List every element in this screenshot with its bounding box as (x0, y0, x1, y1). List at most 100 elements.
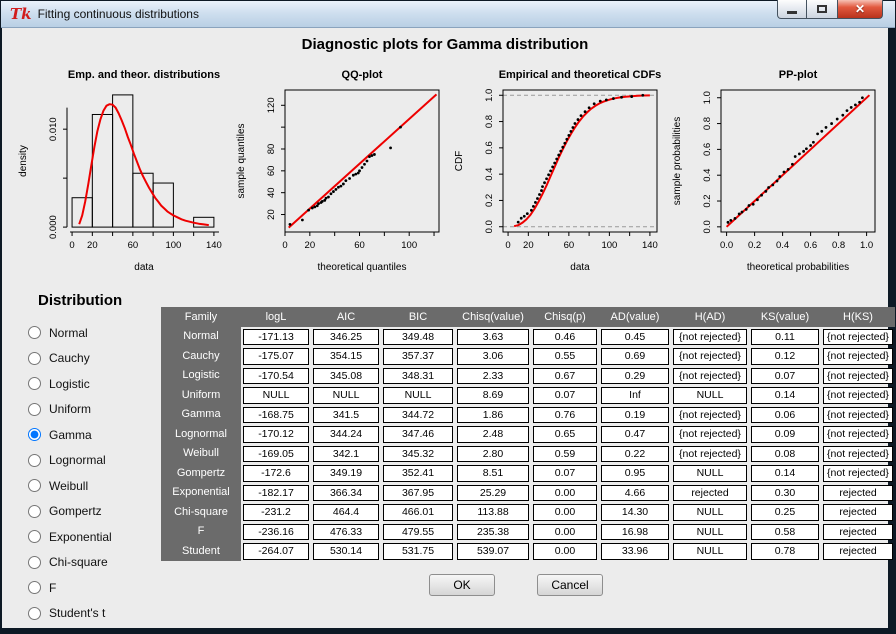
x-tick-label: 1.0 (860, 240, 873, 251)
radio-input[interactable] (28, 454, 41, 467)
column-header: logL (241, 307, 311, 327)
radio-input[interactable] (28, 403, 41, 416)
value-cell: -231.2 (241, 503, 311, 523)
radio-input[interactable] (28, 607, 41, 620)
value-cell: 0.46 (531, 327, 599, 347)
value-cell: {not rejected} (671, 405, 749, 425)
value-cell: 0.09 (749, 425, 821, 445)
radio-label: Exponential (49, 530, 112, 544)
x-tick-label: 0.0 (720, 240, 733, 251)
radio-input[interactable] (28, 505, 41, 518)
value-cell: {not rejected} (821, 405, 895, 425)
family-cell: Normal (161, 327, 241, 347)
radio-input[interactable] (28, 377, 41, 390)
distribution-option-logistic[interactable]: Logistic (28, 371, 112, 397)
close-button[interactable]: ✕ (837, 0, 883, 19)
minimize-button[interactable] (777, 0, 807, 19)
page-title: Diagnostic plots for Gamma distribution (2, 36, 888, 53)
distribution-option-gompertz[interactable]: Gompertz (28, 499, 112, 525)
cdf-plot: Empirical and theoretical CDFs0206010014… (449, 60, 667, 278)
plot-title: PP-plot (779, 69, 818, 81)
value-cell: -169.05 (241, 444, 311, 464)
x-axis-label: data (134, 262, 154, 273)
window-title: Fitting continuous distributions (38, 1, 199, 27)
value-cell: -175.07 (241, 347, 311, 367)
reference-line (727, 95, 870, 227)
x-axis-label: theoretical quantiles (318, 262, 407, 273)
distribution-heading: Distribution (38, 292, 122, 309)
radio-input[interactable] (28, 530, 41, 543)
value-cell: {not rejected} (821, 347, 895, 367)
radio-input[interactable] (28, 479, 41, 492)
x-tick-label: 20 (87, 240, 98, 251)
distribution-option-uniform[interactable]: Uniform (28, 397, 112, 423)
radio-label: Logistic (49, 377, 90, 391)
y-tick-label: 0.4 (702, 169, 713, 182)
value-cell: -264.07 (241, 542, 311, 562)
x-axis-label: data (570, 262, 590, 273)
column-header: Family (161, 307, 241, 327)
value-cell: 464.4 (311, 503, 381, 523)
value-cell: -172.6 (241, 464, 311, 484)
value-cell: 0.59 (531, 444, 599, 464)
value-cell: 479.55 (381, 522, 455, 542)
value-cell: {not rejected} (821, 444, 895, 464)
value-cell: 2.33 (455, 366, 531, 386)
maximize-button[interactable] (807, 0, 837, 19)
family-cell: Lognormal (161, 425, 241, 445)
histogram (72, 95, 214, 227)
value-cell: 348.31 (381, 366, 455, 386)
value-cell: 347.46 (381, 425, 455, 445)
value-cell: {not rejected} (671, 444, 749, 464)
distribution-option-lognormal[interactable]: Lognormal (28, 448, 112, 474)
value-cell: 342.1 (311, 444, 381, 464)
empirical-cdf-points (517, 94, 644, 224)
distribution-option-exponential[interactable]: Exponential (28, 524, 112, 550)
value-cell: 530.14 (311, 542, 381, 562)
x-tick-label: 20 (523, 240, 534, 251)
y-tick-label: 80 (266, 144, 277, 155)
family-cell: Exponential (161, 483, 241, 503)
x-tick-label: 60 (564, 240, 575, 251)
x-tick-label: 100 (601, 240, 617, 251)
value-cell: {not rejected} (671, 366, 749, 386)
value-cell: 0.67 (531, 366, 599, 386)
distribution-option-gamma[interactable]: Gamma (28, 422, 112, 448)
y-tick-label: 0.6 (484, 141, 495, 154)
radio-label: Student's t (49, 606, 105, 620)
value-cell: 0.78 (749, 542, 821, 562)
value-cell: 0.19 (599, 405, 671, 425)
distribution-option-f[interactable]: F (28, 575, 112, 601)
radio-label: Weibull (49, 479, 88, 493)
family-cell: Weibull (161, 444, 241, 464)
radio-input[interactable] (28, 428, 41, 441)
ok-button[interactable]: OK (429, 574, 495, 596)
value-cell: 0.00 (531, 522, 599, 542)
value-cell: 539.07 (455, 542, 531, 562)
value-cell: 16.98 (599, 522, 671, 542)
radio-input[interactable] (28, 326, 41, 339)
fit-results-table: FamilylogLAICBICChisq(value)Chisq(p)AD(v… (161, 307, 895, 561)
distribution-option-student-s-t[interactable]: Student's t (28, 601, 112, 627)
value-cell: 0.07 (531, 464, 599, 484)
value-cell: 344.24 (311, 425, 381, 445)
distribution-option-cauchy[interactable]: Cauchy (28, 346, 112, 372)
distribution-option-normal[interactable]: Normal (28, 320, 112, 346)
radio-input[interactable] (28, 352, 41, 365)
family-cell: Student (161, 542, 241, 562)
value-cell: 0.22 (599, 444, 671, 464)
cancel-button[interactable]: Cancel (537, 574, 603, 596)
value-cell: 0.25 (749, 503, 821, 523)
value-cell: -168.75 (241, 405, 311, 425)
window: Tk Fitting continuous distributions ✕ Di… (0, 0, 896, 634)
distribution-option-weibull[interactable]: Weibull (28, 473, 112, 499)
distribution-option-chi-square[interactable]: Chi-square (28, 550, 112, 576)
y-tick-label: 0.0 (702, 220, 713, 233)
family-cell: Uniform (161, 386, 241, 406)
radio-input[interactable] (28, 556, 41, 569)
value-cell: Inf (599, 386, 671, 406)
radio-label: Lognormal (49, 453, 106, 467)
radio-input[interactable] (28, 581, 41, 594)
radio-label: Uniform (49, 402, 91, 416)
value-cell: -171.13 (241, 327, 311, 347)
